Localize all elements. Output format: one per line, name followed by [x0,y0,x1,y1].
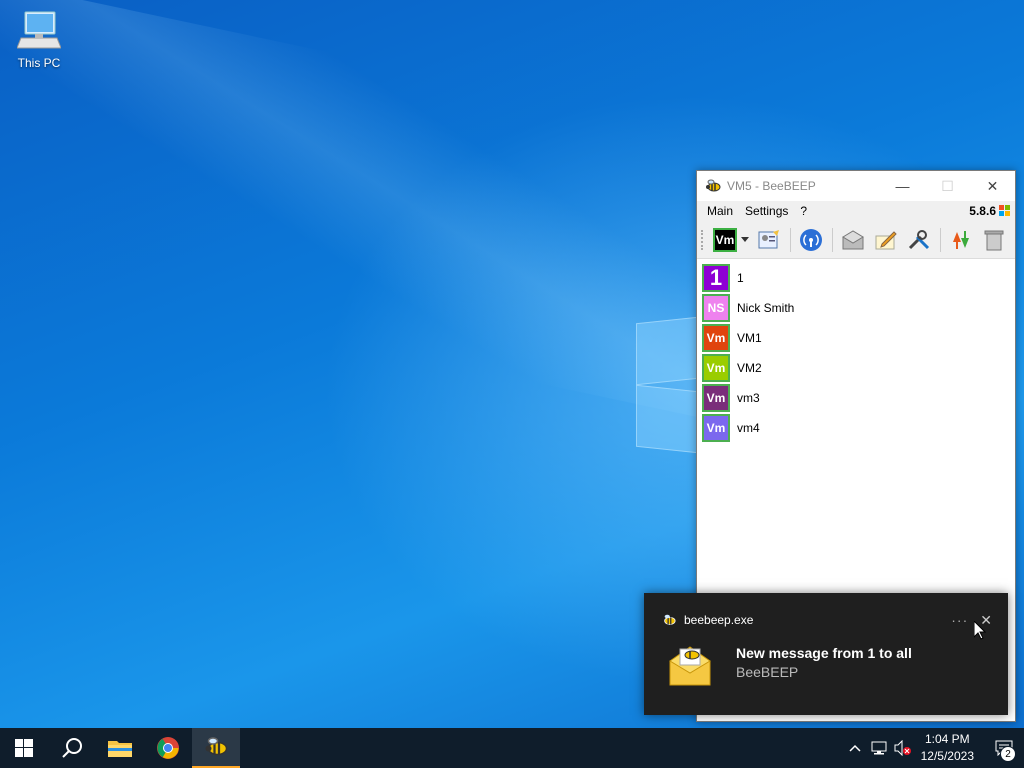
update-button[interactable] [947,226,975,254]
network-tray-button[interactable] [867,728,891,768]
user-row[interactable]: Vm vm4 [702,413,1015,443]
message-all-button[interactable] [839,226,867,254]
user-name: VM1 [737,331,762,345]
user-row[interactable]: Vm VM2 [702,353,1015,383]
new-message-icon [669,646,711,686]
minimize-button[interactable]: — [880,171,925,201]
user-name: vm4 [737,421,760,435]
menu-settings[interactable]: Settings [739,204,794,218]
toolbar-grip [701,229,705,250]
action-center-button[interactable]: 2 [984,728,1024,768]
user-name: vm3 [737,391,760,405]
menu-help[interactable]: ? [794,204,813,218]
clock-date: 12/5/2023 [920,749,974,763]
user-name: Nick Smith [737,301,795,315]
status-selector[interactable]: Vm [713,227,749,252]
windows-start-icon [15,739,33,757]
window-title: VM5 - BeeBEEP [727,179,816,193]
computer-icon [17,11,61,49]
notification-count-badge: 2 [1000,746,1016,762]
toast-header: beebeep.exe ··· ✕ [644,607,1008,633]
more-options-button[interactable]: ··· [951,612,968,628]
user-avatar: Vm [702,354,730,382]
network-icon [800,228,822,251]
chrome-icon [157,737,179,759]
system-tray: 1:04 PM 12/5/2023 2 [843,728,1024,768]
bee-icon [706,179,721,192]
taskbar: 1:04 PM 12/5/2023 2 [0,728,1024,768]
menu-main[interactable]: Main [701,204,739,218]
compose-button[interactable] [872,226,900,254]
network-button[interactable] [797,226,825,254]
clear-button[interactable] [980,226,1008,254]
edit-profile-button[interactable] [755,226,783,254]
trash-icon [984,230,1004,250]
clock-time: 1:04 PM [924,732,970,746]
search-button[interactable] [48,728,96,768]
taskbar-file-explorer[interactable] [96,728,144,768]
user-list: 1 1 NS Nick Smith Vm VM1 Vm VM2 Vm vm3 V… [697,259,1015,443]
volume-tray-button[interactable] [891,728,915,768]
taskbar-chrome[interactable] [144,728,192,768]
bee-icon [205,737,228,756]
search-icon [62,738,82,758]
tools-icon [908,229,930,249]
user-row[interactable]: Vm VM1 [702,323,1015,353]
user-row[interactable]: Vm vm3 [702,383,1015,413]
user-avatar: Vm [702,324,730,352]
status-avatar: Vm [713,227,737,252]
volume-muted-icon [894,740,911,756]
bee-icon [664,614,676,625]
toast-source: beebeep.exe [684,613,754,627]
chevron-up-icon [849,744,861,752]
user-avatar: NS [702,294,730,322]
toast-message: New message from 1 to all [736,645,912,661]
start-button[interactable] [0,728,48,768]
windows-flag-icon [999,205,1010,216]
desktop-icon-label: This PC [17,56,61,70]
maximize-button[interactable]: ☐ [925,171,970,201]
network-wired-icon [871,741,887,755]
pencil-icon [875,230,897,249]
close-button[interactable]: ✕ [970,171,1015,201]
chevron-down-icon [741,237,749,242]
show-hidden-icons-button[interactable] [843,728,867,768]
user-avatar: 1 [702,264,730,292]
user-row[interactable]: NS Nick Smith [702,293,1015,323]
user-row[interactable]: 1 1 [702,263,1015,293]
toast-texts: New message from 1 to all BeeBEEP [736,645,912,680]
update-arrows-icon [953,230,969,249]
user-avatar: Vm [702,414,730,442]
taskbar-beebeep[interactable] [192,728,240,768]
toast-app-name: BeeBEEP [736,664,799,680]
folder-icon [108,741,132,757]
window-titlebar[interactable]: VM5 - BeeBEEP — ☐ ✕ [697,171,1015,201]
mouse-cursor-icon [974,621,986,640]
menubar: Main Settings ? 5.8.6 [697,201,1015,221]
notification-toast[interactable]: beebeep.exe ··· ✕ New message from 1 to … [644,593,1008,715]
user-name: 1 [737,271,744,285]
vcard-icon [758,229,779,248]
version-number: 5.8.6 [969,204,996,218]
clock[interactable]: 1:04 PM 12/5/2023 [921,731,974,765]
user-name: VM2 [737,361,762,375]
envelope-icon [842,229,864,249]
toolbar: Vm [697,221,1015,259]
user-avatar: Vm [702,384,730,412]
toast-body: New message from 1 to all BeeBEEP [644,633,1008,689]
version-label: 5.8.6 [969,204,1011,218]
tools-button[interactable] [905,226,933,254]
desktop-icon-this-pc[interactable]: This PC [12,8,66,70]
